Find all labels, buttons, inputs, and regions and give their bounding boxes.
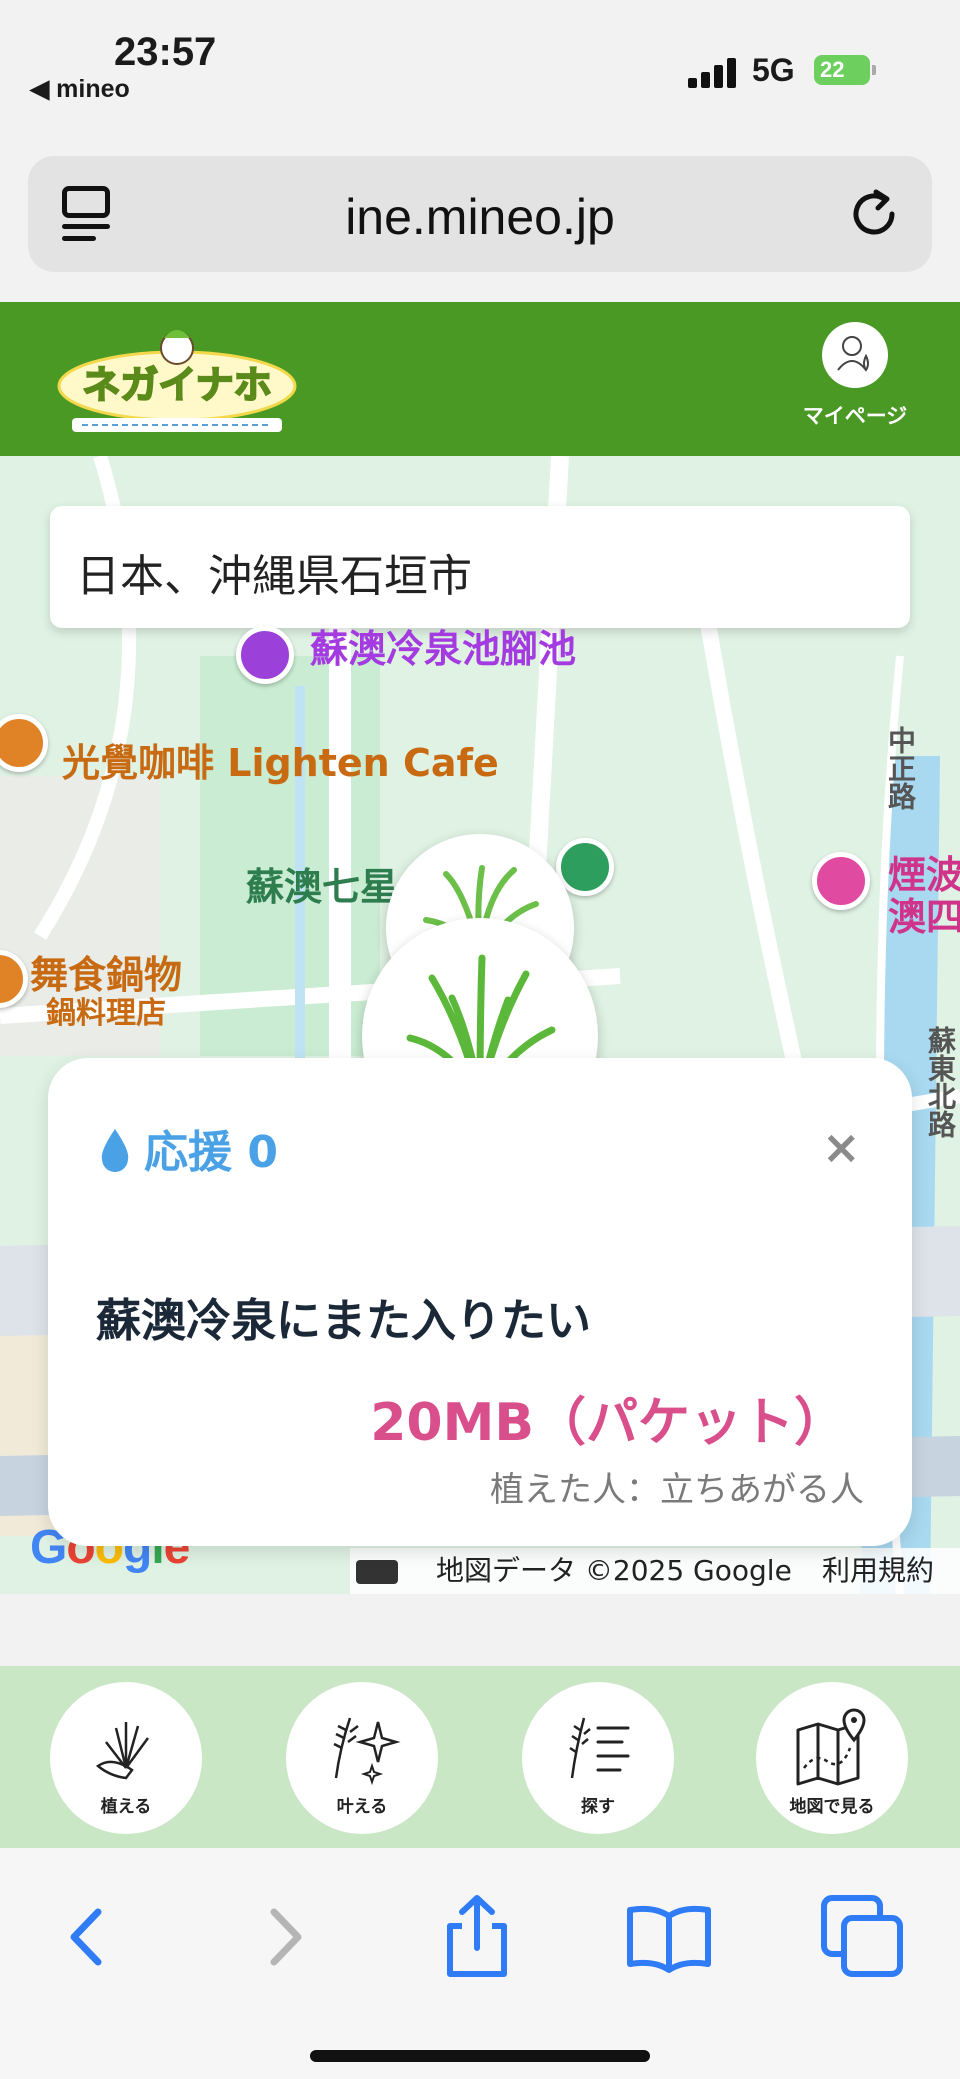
user-icon [822, 322, 888, 388]
reward-label: 20MB（パケット） [370, 1393, 846, 1453]
status-time: 23:57 [114, 30, 217, 74]
spa-pin-icon[interactable] [236, 626, 294, 684]
svg-text:ネガイナホ: ネガイナホ [82, 363, 271, 407]
status-bar: 23:57 ◀ mineo 5G 22 [0, 0, 960, 150]
mypage-label: マイページ [802, 404, 908, 428]
map-icon [796, 1708, 866, 1786]
browser-toolbar [0, 1848, 960, 2079]
sparkle-icon [333, 1717, 401, 1786]
road-label-east: 蘇東北路 [924, 1026, 957, 1138]
poi-hotel-2[interactable]: 澳四 [888, 886, 960, 941]
map-attribution: 地図データ ©2025 Google [436, 1554, 792, 1587]
support-count: 応援 0 [98, 1116, 278, 1180]
planter-label: 植えた人：立ちあがる人 [490, 1470, 864, 1510]
reload-icon[interactable] [846, 186, 902, 242]
wish-text: 蘇澳冷泉にまた入りたい [96, 1294, 592, 1347]
poi-cafe[interactable]: 光覺咖啡 Lighten Cafe [62, 732, 499, 787]
plant-button[interactable]: 植える [50, 1682, 202, 1834]
wish-card: 応援 0 × 蘇澳冷泉にまた入りたい 20MB（パケット） 植えた人：立ちあがる… [48, 1058, 912, 1546]
address-bar[interactable]: ine.mineo.jp [28, 156, 932, 272]
hotel-pin-icon[interactable] [812, 852, 870, 910]
negainaho-logo[interactable]: ネガイナホ [52, 320, 302, 440]
search-button[interactable]: 探す [522, 1682, 674, 1834]
network-label: 5G [752, 52, 795, 88]
battery-icon: 22 [814, 55, 876, 85]
bookmarks-icon[interactable] [624, 1892, 714, 1982]
share-icon[interactable] [432, 1892, 522, 1982]
poi-spa-pool[interactable]: 蘇澳冷泉池腳池 [310, 618, 576, 673]
support-label: 応援 0 [144, 1127, 278, 1178]
back-icon[interactable] [42, 1892, 132, 1982]
search-label: 探す [581, 1797, 615, 1817]
road-label-north: 中正路 [884, 726, 917, 810]
fulfill-label: 叶える [336, 1797, 388, 1817]
site-header: ネガイナホ マイページ [0, 302, 960, 456]
keyboard-shortcuts-icon[interactable] [356, 1560, 398, 1584]
plant-label: 植える [100, 1797, 152, 1817]
poi-park[interactable]: 蘇澳七星 [246, 856, 398, 911]
back-to-app-link[interactable]: ◀ mineo [30, 74, 130, 104]
search-list-icon [569, 1717, 630, 1779]
url-text[interactable]: ine.mineo.jp [28, 188, 932, 246]
plant-icon [95, 1722, 150, 1780]
mypage-button[interactable]: マイページ [800, 322, 910, 442]
map-view-button[interactable]: 地図で見る [756, 1682, 908, 1834]
tabs-icon[interactable] [818, 1892, 908, 1982]
location-search-input[interactable]: 日本、沖縄県石垣市 [50, 506, 910, 628]
water-drop-icon [101, 1129, 129, 1172]
home-indicator [310, 2050, 650, 2062]
close-button[interactable]: × [822, 1124, 861, 1170]
forward-icon[interactable] [240, 1892, 330, 1982]
fulfill-button[interactable]: 叶える [286, 1682, 438, 1834]
action-bar: 植える 叶える 探す 地図で見る [0, 1666, 960, 1848]
map-view-label: 地図で見る [789, 1797, 875, 1817]
terms-link[interactable]: 利用規約 [822, 1548, 934, 1594]
signal-icon [688, 58, 738, 88]
poi-restaurant-2[interactable]: 鍋料理店 [46, 988, 166, 1032]
